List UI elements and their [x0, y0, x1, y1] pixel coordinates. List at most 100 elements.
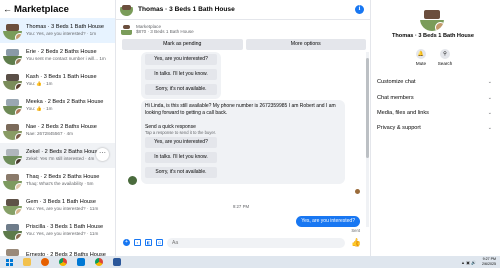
sidebar-title: Marketplace — [14, 3, 69, 15]
chevron-down-icon: ⌄ — [487, 79, 492, 85]
quick-reply-button[interactable]: Yes, are you interested? — [145, 54, 217, 65]
conversation-preview: You: Yes, are you interested? · 11m — [26, 231, 99, 236]
conversation-avatar — [3, 196, 22, 215]
conversation-sidebar: ← Marketplace Thomas · 3 Beds 1 Bath Hou… — [0, 0, 116, 256]
taskbar-clock[interactable]: 9:27 PM 2/6/2025 — [482, 257, 496, 266]
conversation-name: Thaq · 2 Beds 2 Baths House — [26, 174, 100, 180]
conversation-preview: You sent me contact number i will... 1m — [26, 56, 106, 61]
conversation-item[interactable]: Kash · 3 Beds 1 Bath House You: 👍 · 1m — [0, 68, 115, 93]
quick-reply-button[interactable]: In talks. I'll let you know. — [145, 152, 217, 163]
privacy-support-section[interactable]: Privacy & support ⌄ — [377, 123, 494, 134]
conversation-item[interactable]: Priscilla · 3 Beds 1 Bath House You: Yes,… — [0, 218, 115, 243]
quick-reply-button[interactable]: Sorry, it's not available. — [145, 167, 217, 178]
conversation-name: Kash · 3 Beds 1 Bath House — [26, 74, 97, 80]
conversation-item[interactable]: Ernesto · 2 Beds 2 Baths House — [0, 243, 115, 256]
conversation-item[interactable]: Gem · 3 Beds 1 Bath House You: Yes, are y… — [0, 193, 115, 218]
conversation-preview: Thaq: What's the availability · 5m — [26, 181, 94, 186]
conversation-item[interactable]: Thaq · 2 Beds 2 Baths House Thaq: What's … — [0, 168, 115, 193]
conversation-preview: Nae: 2672845567 · 4m — [26, 131, 73, 136]
conversation-item[interactable]: Meeka · 2 Beds 2 Baths House You: 👍 · 1m — [0, 93, 115, 118]
conversation-item[interactable]: Zekel · 2 Beds 2 Baths House Zekel: Yes I… — [0, 143, 115, 168]
chevron-down-icon: ⌄ — [487, 125, 492, 131]
sidebar-header: ← Marketplace — [0, 0, 115, 18]
sent-status: Sent — [351, 228, 360, 233]
profile-name: Thomas · 3 Beds 1 Bath House — [391, 33, 475, 39]
chrome-icon[interactable] — [59, 258, 67, 266]
windows-taskbar: ▲ ▣ 🔊 9:27 PM 2/6/2025 — [0, 256, 500, 268]
gif-icon[interactable]: G — [156, 239, 163, 246]
quick-reply-button[interactable]: Sorry, it's not available. — [145, 84, 217, 95]
more-options-button[interactable]: More options — [245, 39, 366, 50]
quick-reply-button[interactable]: In talks. I'll let you know. — [145, 69, 217, 80]
conversation-avatar — [3, 46, 22, 65]
quick-reply-button[interactable]: Yes, are you interested? — [145, 137, 217, 148]
sender-avatar — [128, 176, 137, 185]
listing-title: $870 · 3 Beds 1 Bath House — [136, 28, 194, 34]
mark-as-pending-button[interactable]: Mark as pending — [122, 39, 243, 50]
chrome-icon[interactable] — [95, 258, 103, 266]
seen-avatar — [355, 189, 360, 194]
conversation-preview: You: 👍 · 1m — [26, 106, 53, 111]
plus-icon[interactable]: + — [123, 239, 130, 246]
chat-title[interactable]: Thomas · 3 Beds 1 Bath House — [138, 6, 235, 13]
conversation-item[interactable]: Nae · 2 Beds 2 Baths House Nae: 267284556… — [0, 118, 115, 143]
search-icon: ⚲ — [440, 49, 450, 59]
file-explorer-icon[interactable] — [23, 258, 31, 266]
conversation-avatar — [3, 96, 22, 115]
system-tray-icons[interactable]: ▲ ▣ 🔊 — [461, 260, 476, 265]
search-button[interactable]: ⚲ Search — [434, 49, 456, 66]
store-icon[interactable] — [77, 258, 85, 266]
section-label: Privacy & support — [377, 125, 421, 131]
chat-avatar[interactable] — [120, 3, 133, 16]
section-label: Chat members — [377, 95, 414, 101]
image-icon[interactable]: ▪ — [134, 239, 141, 246]
mute-label: Mute — [415, 61, 427, 66]
conversation-preview: You: Yes, are you interested? · 11m — [26, 206, 99, 211]
conversation-avatar — [3, 146, 22, 165]
media-files-links-section[interactable]: Media, files and links ⌄ — [377, 108, 494, 119]
scrollbar-thumb[interactable] — [366, 58, 369, 158]
conversation-name: Meeka · 2 Beds 2 Baths House — [26, 99, 104, 105]
conversation-name: Thomas · 3 Beds 1 Bath House — [26, 24, 105, 30]
back-arrow-icon[interactable]: ← — [3, 4, 12, 14]
firefox-icon[interactable] — [41, 258, 49, 266]
more-options-icon[interactable]: ⋯ — [96, 148, 109, 161]
conversation-name: Gem · 3 Beds 1 Bath House — [26, 199, 96, 205]
message-thread: Yes, are you interested? In talks. I'll … — [116, 52, 370, 233]
conversation-item[interactable]: Thomas · 3 Beds 1 Bath House You: Yes, ar… — [0, 18, 115, 43]
conversation-avatar — [3, 171, 22, 190]
conversation-list: Thomas · 3 Beds 1 Bath House You: Yes, ar… — [0, 18, 115, 256]
thumbs-up-icon[interactable]: 👍 — [351, 238, 361, 247]
conversation-preview: You: Yes, are you interested? · 1m — [26, 31, 97, 36]
clock-time: 9:27 PM — [482, 257, 496, 261]
sticker-icon[interactable]: ◧ — [145, 239, 152, 246]
conversation-preview: You: 👍 · 1m — [26, 81, 53, 86]
message-input[interactable] — [167, 237, 345, 248]
conversation-avatar — [3, 121, 22, 140]
word-icon[interactable] — [113, 258, 121, 266]
customize-chat-section[interactable]: Customize chat ⌄ — [377, 77, 494, 88]
profile-avatar[interactable] — [420, 7, 444, 31]
quick-reply-card: Yes, are you interested? In talks. I'll … — [141, 52, 221, 99]
message-composer: + ▪ ◧ G 👍 — [116, 236, 370, 249]
marketplace-listing-card[interactable]: Marketplace $870 · 3 Beds 1 Bath House — [121, 22, 366, 36]
section-label: Media, files and links — [377, 110, 429, 116]
clock-date: 2/6/2025 — [482, 261, 496, 266]
chat-members-section[interactable]: Chat members ⌄ — [377, 93, 494, 104]
windows-start-icon[interactable] — [6, 258, 13, 266]
bell-icon: 🔔 — [416, 49, 426, 59]
chat-panel: Thomas · 3 Beds 1 Bath House i Marketpla… — [116, 0, 370, 256]
listing-thumbnail — [121, 24, 132, 35]
conversation-item[interactable]: Erie · 2 Beds 2 Baths House You sent me c… — [0, 43, 115, 68]
conversation-name: Nae · 2 Beds 2 Baths House — [26, 124, 97, 130]
conversation-avatar — [3, 71, 22, 90]
quick-response-subtitle: Tap a response to send it to the buyer. — [145, 130, 217, 135]
incoming-message-bubble: Hi Linda, is this still available? My ph… — [141, 100, 345, 184]
chevron-down-icon: ⌄ — [487, 95, 492, 101]
section-label: Customize chat — [377, 79, 416, 85]
info-icon[interactable]: i — [355, 5, 364, 14]
mute-button[interactable]: 🔔 Mute — [410, 49, 432, 66]
chat-header: Thomas · 3 Beds 1 Bath House i — [116, 0, 370, 20]
conversation-avatar — [3, 246, 22, 256]
details-panel: Thomas · 3 Beds 1 Bath House 🔔 Mute ⚲ Se… — [370, 0, 500, 256]
